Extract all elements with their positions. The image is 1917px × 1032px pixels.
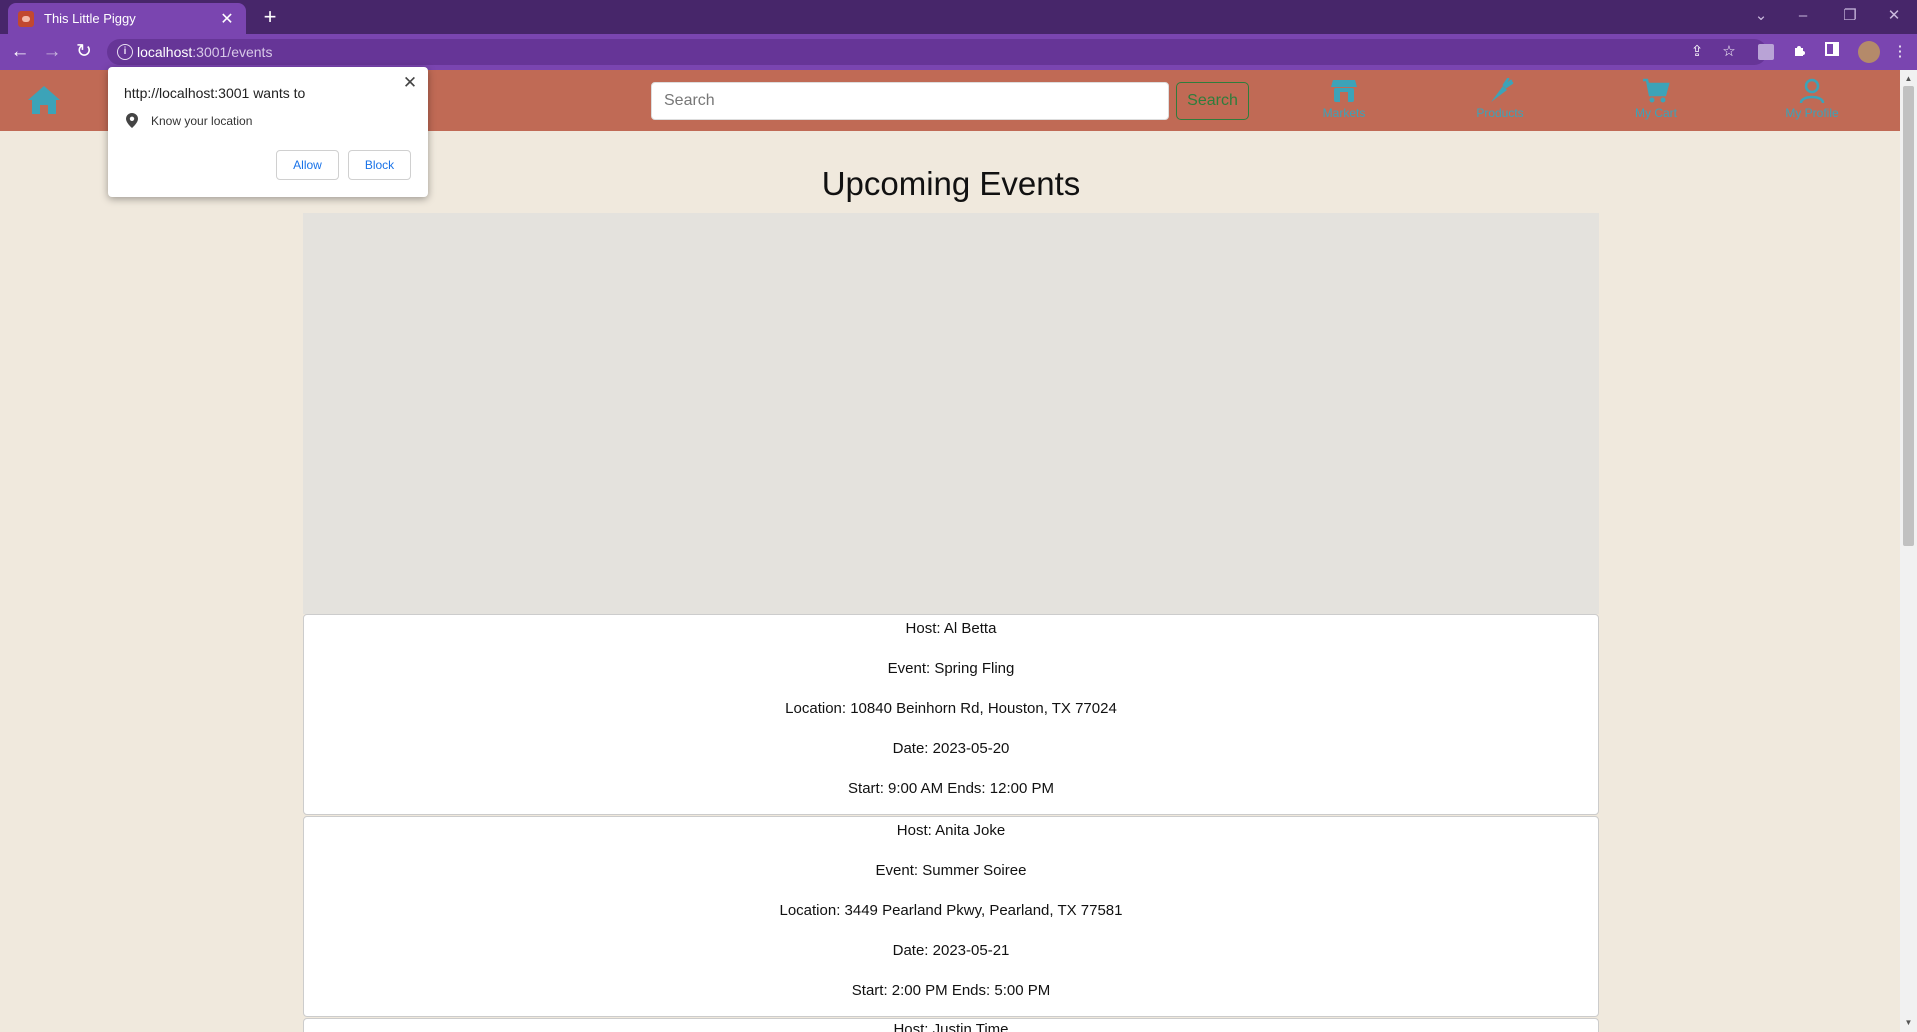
minimize-icon[interactable]: – xyxy=(1789,4,1817,28)
event-host: Host: Justin Time xyxy=(893,1021,1009,1032)
nav-products-label: Products xyxy=(1476,106,1524,120)
browser-menu-icon[interactable]: ⋮ xyxy=(1890,42,1910,62)
side-panel-icon[interactable] xyxy=(1822,42,1842,62)
event-time: Start: 2:00 PM Ends: 5:00 PM xyxy=(851,982,1051,999)
popup-close-icon[interactable]: ✕ xyxy=(400,73,420,93)
carrot-icon xyxy=(1491,78,1514,102)
event-name: Event: Spring Fling xyxy=(887,660,1015,677)
event-card: Host: Al Betta Event: Spring Fling Locat… xyxy=(303,614,1599,815)
event-card: Host: Justin Time xyxy=(303,1018,1599,1032)
forward-icon[interactable]: → xyxy=(40,40,64,64)
tab-close-icon[interactable]: ✕ xyxy=(218,9,236,29)
event-card: Host: Anita Joke Event: Summer Soiree Lo… xyxy=(303,816,1599,1017)
extension-icon[interactable] xyxy=(1758,44,1774,60)
scroll-up-icon[interactable]: ▲ xyxy=(1900,72,1917,86)
window-close-icon[interactable]: ✕ xyxy=(1880,4,1908,28)
profile-avatar[interactable] xyxy=(1858,41,1880,63)
url-path: :3001/events xyxy=(192,44,273,60)
profile-icon xyxy=(1799,78,1825,104)
share-icon[interactable]: ⇪ xyxy=(1687,42,1707,62)
event-date: Date: 2023-05-20 xyxy=(892,740,1010,757)
scroll-down-icon[interactable]: ▼ xyxy=(1900,1016,1917,1030)
tab-search-icon[interactable]: ⌄ xyxy=(1747,4,1775,28)
search-button[interactable]: Search xyxy=(1176,82,1249,120)
allow-button[interactable]: Allow xyxy=(276,150,339,180)
home-icon[interactable] xyxy=(26,84,62,116)
event-host: Host: Anita Joke xyxy=(896,822,1006,839)
event-time: Start: 9:00 AM Ends: 12:00 PM xyxy=(848,780,1054,797)
permission-request: Know your location xyxy=(126,113,252,128)
permission-text: Know your location xyxy=(151,113,253,128)
browser-toolbar: ← → ↻ i localhost:3001/events ⇪ ☆ ⋮ xyxy=(0,34,1917,70)
page-title: Upcoming Events xyxy=(821,165,1081,202)
nav-profile[interactable]: My Profile xyxy=(1757,78,1867,120)
nav-products[interactable]: Products xyxy=(1445,78,1555,120)
event-location: Location: 3449 Pearland Pkwy, Pearland, … xyxy=(779,902,1123,919)
restore-icon[interactable]: ❐ xyxy=(1836,4,1864,28)
location-pin-icon xyxy=(126,113,138,128)
reload-icon[interactable]: ↻ xyxy=(72,40,96,64)
nav-cart[interactable]: My Cart xyxy=(1601,78,1711,120)
address-bar[interactable]: i localhost:3001/events xyxy=(107,39,1767,65)
search-input[interactable] xyxy=(651,82,1169,120)
location-permission-popup: http://localhost:3001 wants to ✕ Know yo… xyxy=(108,67,428,197)
nav-cart-label: My Cart xyxy=(1635,106,1677,120)
new-tab-button[interactable]: + xyxy=(258,5,282,29)
browser-titlebar: This Little Piggy ✕ + ⌄ – ❐ ✕ xyxy=(0,0,1917,34)
nav-markets[interactable]: Markets xyxy=(1289,78,1399,120)
extensions-puzzle-icon[interactable] xyxy=(1790,42,1810,62)
bookmark-star-icon[interactable]: ☆ xyxy=(1719,42,1739,62)
scroll-thumb[interactable] xyxy=(1903,86,1914,546)
events-map[interactable] xyxy=(303,213,1599,614)
page-scrollbar[interactable]: ▲ ▼ xyxy=(1900,70,1917,1032)
event-name: Event: Summer Soiree xyxy=(875,862,1027,879)
tab-title: This Little Piggy xyxy=(44,11,136,26)
event-location: Location: 10840 Beinhorn Rd, Houston, TX… xyxy=(785,700,1117,717)
pig-favicon-icon xyxy=(18,10,34,27)
url-host: localhost xyxy=(137,44,193,60)
site-info-icon[interactable]: i xyxy=(117,44,133,60)
block-button[interactable]: Block xyxy=(348,150,411,180)
browser-tab[interactable]: This Little Piggy ✕ xyxy=(8,3,246,34)
nav-markets-label: Markets xyxy=(1322,106,1366,120)
nav-profile-label: My Profile xyxy=(1785,106,1839,120)
back-icon[interactable]: ← xyxy=(8,40,32,64)
market-icon xyxy=(1331,80,1357,102)
event-date: Date: 2023-05-21 xyxy=(892,942,1010,959)
permission-title: http://localhost:3001 wants to xyxy=(124,85,306,101)
cart-icon xyxy=(1643,78,1670,103)
event-host: Host: Al Betta xyxy=(905,620,997,637)
